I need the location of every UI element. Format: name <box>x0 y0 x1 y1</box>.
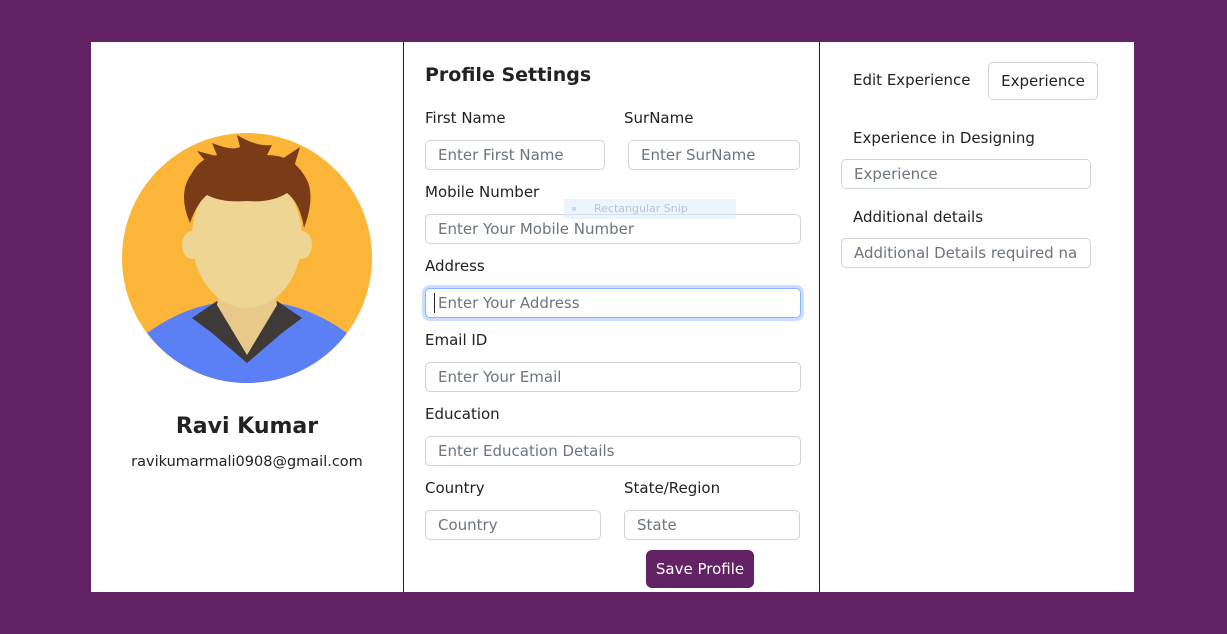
surname-input[interactable] <box>628 140 800 170</box>
experience-button[interactable]: Experience <box>988 62 1098 100</box>
user-email: ravikumarmali0908@gmail.com <box>131 454 363 470</box>
designing-experience-label: Experience in Designing <box>853 129 1035 147</box>
user-name: Ravi Kumar <box>175 414 319 439</box>
avatar <box>122 133 372 383</box>
country-label: Country <box>425 479 485 497</box>
profile-settings-form: Profile Settings First Name SurName Mobi… <box>403 42 820 592</box>
first-name-label: First Name <box>425 109 506 127</box>
email-label: Email ID <box>425 331 488 349</box>
profile-card: Ravi Kumar ravikumarmali0908@gmail.com P… <box>91 42 1134 592</box>
first-name-input[interactable] <box>425 140 605 170</box>
additional-details-input[interactable] <box>841 238 1091 268</box>
state-input[interactable] <box>624 510 800 540</box>
state-label: State/Region <box>624 479 721 497</box>
text-caret <box>434 293 435 313</box>
profile-summary: Ravi Kumar ravikumarmali0908@gmail.com <box>91 42 403 592</box>
mobile-label: Mobile Number <box>425 183 540 201</box>
education-input[interactable] <box>425 436 801 466</box>
additional-details-label: Additional details <box>853 208 984 226</box>
snip-icon <box>572 207 576 211</box>
education-label: Education <box>425 405 500 423</box>
email-input[interactable] <box>425 362 801 392</box>
snip-tool-overlay: Rectangular Snip <box>564 199 736 219</box>
page-title: Profile Settings <box>425 64 592 86</box>
save-profile-button[interactable]: Save Profile <box>646 550 754 588</box>
address-label: Address <box>425 257 485 275</box>
snip-label: Rectangular Snip <box>594 202 688 215</box>
experience-panel: Edit Experience Experience Experience in… <box>820 42 1134 592</box>
surname-label: SurName <box>624 109 694 127</box>
address-input[interactable] <box>425 288 801 318</box>
country-input[interactable] <box>425 510 601 540</box>
designing-experience-input[interactable] <box>841 159 1091 189</box>
edit-experience-label: Edit Experience <box>853 71 971 89</box>
